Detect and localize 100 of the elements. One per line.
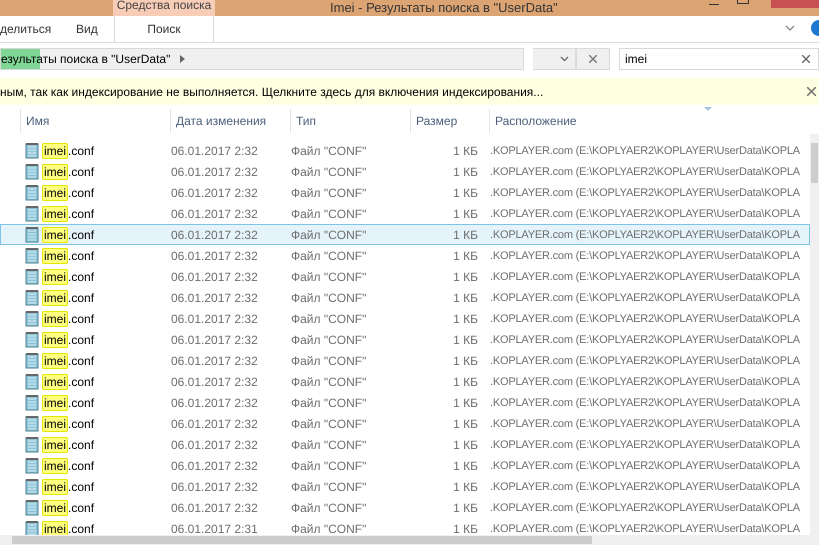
file-row[interactable]: imei .conf 06.01.2017 2:32 Файл "CONF" 1 КБ .KOPLAYER.com (E:\KOPLYAER2\KOPLAYER\UserData\KOPLA (0, 434, 810, 455)
type-cell-text: Файл "CONF" (291, 164, 368, 178)
type-cell-text: Файл "CONF" (291, 416, 368, 430)
file-row[interactable]: imei .conf 06.01.2017 2:32 Файл "CONF" 1 КБ .KOPLAYER.com (E:\KOPLYAER2\KOPLAYER\UserData\KOPLA (0, 161, 810, 182)
file-name: imei .conf (42, 248, 94, 262)
date-cell-text: 06.01.2017 2:32 (171, 228, 259, 242)
document-icon (25, 164, 39, 180)
location-cell: .KOPLAYER.com (E:\KOPLYAER2\KOPLAYER\UserData\KOPLA (490, 186, 800, 198)
file-row[interactable]: imei .conf 06.01.2017 2:32 Файл "CONF" 1 КБ .KOPLAYER.com (E:\KOPLYAER2\KOPLAYER\UserData\KOPLA (0, 497, 810, 518)
type-cell-text: Файл "CONF" (291, 144, 368, 158)
location-cell: .KOPLAYER.com (E:\KOPLYAER2\KOPLAYER\UserData\KOPLA (490, 396, 800, 408)
type-cell-text: Файл "CONF" (291, 438, 368, 452)
file-row[interactable]: imei .conf 06.01.2017 2:32 Файл "CONF" 1 КБ .KOPLAYER.com (E:\KOPLYAER2\KOPLAYER\UserData\KOPLA (0, 413, 810, 434)
location-cell: .KOPLAYER.com (E:\KOPLYAER2\KOPLAYER\UserData\KOPLA (490, 460, 800, 472)
date-cell-text: 06.01.2017 2:32 (171, 312, 259, 326)
search-field[interactable]: imei (619, 48, 819, 70)
size-cell-text: 1 КБ (452, 290, 479, 304)
document-icon (25, 458, 39, 474)
type-cell-text: Файл "CONF" (291, 206, 368, 220)
date-cell-text: 06.01.2017 2:32 (171, 480, 259, 494)
size-cell-text: 1 КБ (452, 164, 479, 178)
document-icon (25, 332, 39, 348)
scrollbar-thumb[interactable] (811, 143, 818, 183)
date-cell-text: 06.01.2017 2:32 (171, 332, 259, 346)
date-cell-text: 06.01.2017 2:32 (171, 438, 259, 452)
stop-search-button[interactable] (576, 48, 610, 70)
vertical-scrollbar[interactable] (810, 134, 819, 535)
file-row[interactable]: imei .conf 06.01.2017 2:32 Файл "CONF" 1 КБ .KOPLAYER.com (E:\KOPLYAER2\KOPLAYER\UserData\KOPLA (0, 182, 810, 203)
file-row[interactable]: imei .conf 06.01.2017 2:32 Файл "CONF" 1 КБ .KOPLAYER.com (E:\KOPLYAER2\KOPLAYER\UserData\KOPLA (0, 308, 810, 329)
file-row[interactable]: imei .conf 06.01.2017 2:32 Файл "CONF" 1 КБ .KOPLAYER.com (E:\KOPLYAER2\KOPLAYER\UserData\KOPLA (0, 350, 810, 371)
location-cell: .KOPLAYER.com (E:\KOPLYAER2\KOPLAYER\UserData\KOPLA (490, 270, 800, 282)
date-cell-text: 06.01.2017 2:32 (171, 354, 259, 368)
horizontal-scrollbar[interactable] (0, 535, 819, 545)
date-cell-text: 06.01.2017 2:31 (171, 522, 259, 536)
file-name: imei .conf (42, 144, 94, 158)
date-cell-text: 06.01.2017 2:32 (171, 396, 259, 410)
date-cell-text: 06.01.2017 2:32 (171, 416, 259, 430)
file-row[interactable]: imei .conf 06.01.2017 2:32 Файл "CONF" 1 КБ .KOPLAYER.com (E:\KOPLYAER2\KOPLAYER\UserData\KOPLA (0, 224, 810, 245)
close-icon (589, 55, 598, 63)
column-header[interactable]: Расположение (489, 109, 819, 133)
file-row[interactable]: imei .conf 06.01.2017 2:32 Файл "CONF" 1 КБ .KOPLAYER.com (E:\KOPLYAER2\KOPLAYER\UserData\KOPLA (0, 203, 810, 224)
file-row[interactable]: imei .conf 06.01.2017 2:32 Файл "CONF" 1 КБ .KOPLAYER.com (E:\KOPLYAER2\KOPLAYER\UserData\KOPLA (0, 287, 810, 308)
type-cell-text: Файл "CONF" (291, 312, 368, 326)
close-icon[interactable] (807, 87, 816, 96)
size-cell-text: 1 КБ (452, 458, 479, 472)
file-row[interactable]: imei .conf 06.01.2017 2:32 Файл "CONF" 1 КБ .KOPLAYER.com (E:\KOPLYAER2\KOPLAYER\UserData\KOPLA (0, 392, 810, 413)
location-cell: .KOPLAYER.com (E:\KOPLYAER2\KOPLAYER\UserData\KOPLA (490, 480, 800, 492)
file-name: imei .conf (42, 312, 94, 326)
info-bar[interactable]: ным, так как индексирование не выполняется. Щелкните здесь для включения индексирования... (0, 78, 819, 105)
document-icon (25, 352, 39, 368)
sort-triangle-icon (704, 107, 712, 111)
file-name: imei .conf (42, 374, 94, 388)
date-cell-text: 06.01.2017 2:32 (171, 248, 259, 262)
column-header[interactable]: Дата изменения (170, 109, 290, 133)
type-cell-text: Файл "CONF" (291, 500, 368, 514)
chevron-down-icon[interactable] (785, 25, 795, 32)
type-cell-text: Файл "CONF" (291, 458, 368, 472)
document-icon (25, 142, 39, 158)
type-cell-text: Файл "CONF" (291, 396, 368, 410)
date-cell-text: 06.01.2017 2:32 (171, 270, 259, 284)
date-cell-text: 06.01.2017 2:32 (171, 144, 259, 158)
file-row[interactable]: imei .conf 06.01.2017 2:32 Файл "CONF" 1 КБ .KOPLAYER.com (E:\KOPLYAER2\KOPLAYER\UserData\KOPLA (0, 245, 810, 266)
date-cell-text: 06.01.2017 2:32 (171, 186, 259, 200)
ribbon-tab[interactable]: Поиск (114, 16, 214, 42)
file-row[interactable]: imei .conf 06.01.2017 2:32 Файл "CONF" 1 КБ .KOPLAYER.com (E:\KOPLYAER2\KOPLAYER\UserData\KOPLA (0, 476, 810, 497)
file-name: imei .conf (42, 396, 94, 410)
file-row[interactable]: imei .conf 06.01.2017 2:32 Файл "CONF" 1 КБ .KOPLAYER.com (E:\KOPLYAER2\KOPLAYER\UserData\KOPLA (0, 371, 810, 392)
document-icon (25, 478, 39, 494)
document-icon (25, 500, 39, 516)
location-cell: .KOPLAYER.com (E:\KOPLYAER2\KOPLAYER\UserData\KOPLA (490, 166, 800, 178)
document-icon (25, 374, 39, 390)
file-row[interactable]: imei .conf 06.01.2017 2:32 Файл "CONF" 1 КБ .KOPLAYER.com (E:\KOPLYAER2\KOPLAYER\UserData\KOPLA (0, 329, 810, 350)
breadcrumb-arrow-icon[interactable] (180, 55, 186, 63)
file-name: imei .conf (42, 438, 94, 452)
location-cell: .KOPLAYER.com (E:\KOPLYAER2\KOPLAYER\UserData\KOPLA (490, 502, 800, 514)
location-cell: .KOPLAYER.com (E:\KOPLYAER2\KOPLAYER\UserData\KOPLA (490, 250, 800, 262)
maximize-icon[interactable] (737, 0, 749, 4)
location-cell: .KOPLAYER.com (E:\KOPLYAER2\KOPLAYER\UserData\KOPLA (490, 144, 800, 156)
ribbon-tab[interactable]: делиться (0, 16, 52, 42)
date-cell-text: 06.01.2017 2:32 (171, 374, 259, 388)
size-cell-text: 1 КБ (452, 396, 479, 410)
close-icon[interactable] (802, 55, 810, 63)
file-row[interactable]: imei .conf 06.01.2017 2:32 Файл "CONF" 1 КБ .KOPLAYER.com (E:\KOPLYAER2\KOPLAYER\UserData\KOPLA (0, 455, 810, 476)
file-row[interactable]: imei .conf 06.01.2017 2:32 Файл "CONF" 1 КБ .KOPLAYER.com (E:\KOPLYAER2\KOPLAYER\UserData\KOPLA (0, 266, 810, 287)
size-cell-text: 1 КБ (452, 312, 479, 326)
date-cell-text: 06.01.2017 2:32 (171, 458, 259, 472)
document-icon (25, 248, 39, 264)
address-bar[interactable]: езультаты поиска в "UserData" (0, 48, 524, 70)
location-cell: .KOPLAYER.com (E:\KOPLYAER2\KOPLAYER\UserData\KOPLA (490, 292, 800, 304)
ribbon-tab[interactable]: Вид (76, 16, 98, 42)
file-row[interactable]: imei .conf 06.01.2017 2:32 Файл "CONF" 1 КБ .KOPLAYER.com (E:\KOPLYAER2\KOPLAYER\UserData\KOPLA (0, 140, 810, 161)
column-header[interactable]: Тип (290, 109, 410, 133)
size-cell-text: 1 КБ (452, 248, 479, 262)
location-cell: .KOPLAYER.com (E:\KOPLYAER2\KOPLAYER\UserData\KOPLA (490, 376, 800, 388)
scrollbar-thumb[interactable] (12, 536, 592, 544)
size-cell-text: 1 КБ (452, 206, 479, 220)
size-cell-text: 1 КБ (452, 332, 479, 346)
column-header[interactable]: Имя (20, 109, 170, 133)
column-header[interactable]: Размер (410, 109, 489, 133)
file-name: imei .conf (42, 290, 94, 304)
